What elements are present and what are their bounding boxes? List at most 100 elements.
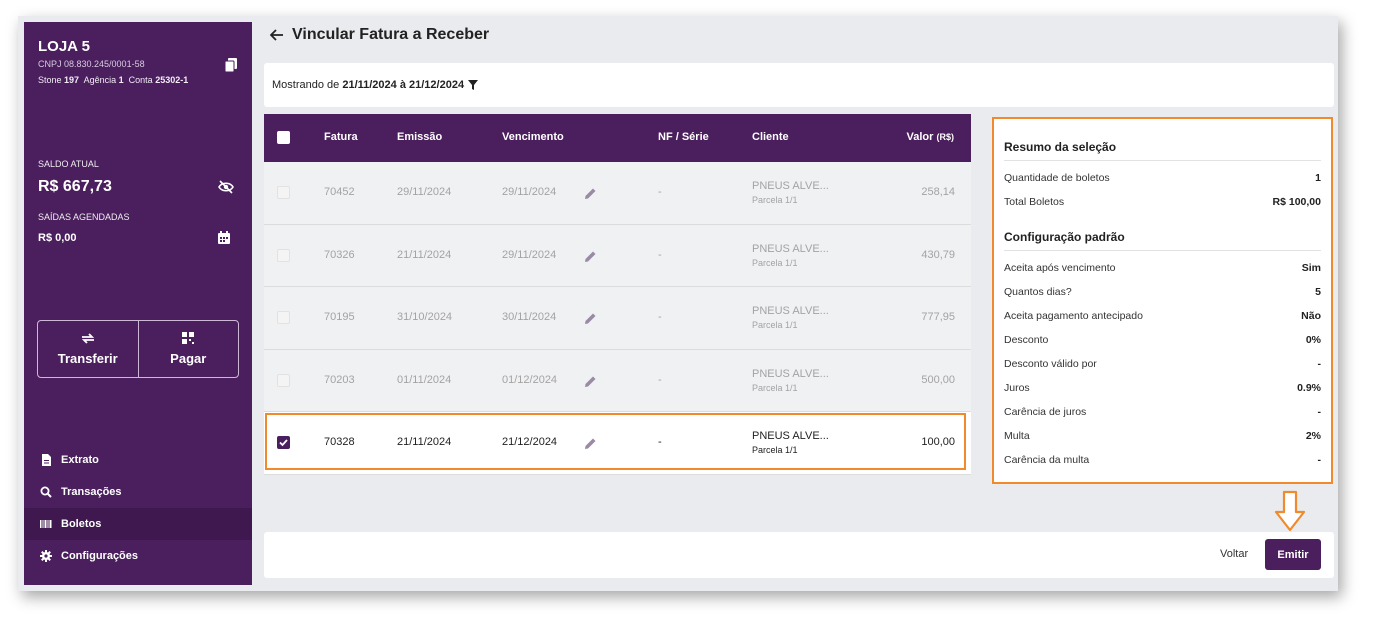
cell-parcela: Parcela 1/1 bbox=[752, 445, 798, 455]
saldo-label: SALDO ATUAL bbox=[38, 159, 99, 169]
cell-fatura: 70452 bbox=[324, 186, 355, 198]
invoices-table: Fatura Emissão Vencimento NF / Série Cli… bbox=[264, 114, 971, 475]
config-value: Sim bbox=[1301, 262, 1321, 274]
emitir-button[interactable]: Emitir bbox=[1265, 539, 1321, 570]
config-row: Quantos dias? 5 bbox=[1004, 280, 1321, 304]
pencil-icon[interactable] bbox=[585, 313, 596, 324]
config-value: 5 bbox=[1315, 286, 1321, 298]
cell-parcela: Parcela 1/1 bbox=[752, 257, 798, 268]
arrow-left-icon[interactable] bbox=[270, 29, 284, 41]
calendar-icon[interactable] bbox=[218, 231, 230, 244]
sidebar-item-extrato[interactable]: Extrato bbox=[24, 444, 252, 476]
date-filter-bar[interactable]: Mostrando de 21/11/2024 à 21/12/2024 bbox=[264, 63, 1334, 107]
config-row: Multa 2% bbox=[1004, 424, 1321, 448]
cell-cliente: PNEUS ALVE... Parcela 1/1 bbox=[752, 367, 829, 393]
cell-vencimento: 29/11/2024 bbox=[502, 186, 557, 198]
pencil-icon[interactable] bbox=[585, 251, 596, 262]
cell-emissao: 21/11/2024 bbox=[397, 248, 452, 261]
config-value: - bbox=[1317, 406, 1322, 418]
filter-icon[interactable] bbox=[468, 80, 479, 90]
search-icon bbox=[40, 486, 52, 498]
transferir-button[interactable]: Transferir bbox=[38, 321, 138, 377]
selection-summary: Resumo da seleção Quantidade de boletos 1… bbox=[992, 117, 1333, 484]
table-row[interactable]: 70203 01/11/2024 01/12/2024 - PNEUS ALVE… bbox=[264, 349, 971, 412]
page-title: Vincular Fatura a Receber bbox=[292, 26, 490, 43]
cell-parcela: Parcela 1/1 bbox=[752, 382, 798, 393]
pencil-icon[interactable] bbox=[585, 376, 596, 387]
pencil-icon[interactable] bbox=[585, 438, 596, 449]
voltar-button[interactable]: Voltar bbox=[1220, 548, 1248, 560]
sidebar-nav: Extrato Transações Boletos Configurações bbox=[24, 444, 252, 572]
cell-vencimento: 30/11/2024 bbox=[502, 311, 557, 323]
qr-code-icon bbox=[182, 332, 195, 344]
cell-valor: 430,79 bbox=[921, 248, 955, 261]
table-body: 70452 29/11/2024 29/11/2024 - PNEUS ALVE… bbox=[264, 162, 971, 475]
cell-nf: - bbox=[658, 248, 662, 261]
sidebar-item-boletos[interactable]: Boletos bbox=[24, 508, 252, 540]
config-value: - bbox=[1317, 454, 1322, 466]
saidas-label: SAÍDAS AGENDADAS bbox=[38, 212, 130, 222]
cell-nf: - bbox=[658, 311, 662, 323]
store-cnpj: CNPJ 08.830.245/0001-58 bbox=[38, 59, 145, 69]
summary-title: Resumo da seleção bbox=[1004, 140, 1321, 161]
config-row: Carência da multa - bbox=[1004, 448, 1321, 472]
summary-label: Quantidade de boletos bbox=[1004, 172, 1110, 184]
row-checkbox[interactable] bbox=[277, 248, 290, 262]
config-label: Desconto válido por bbox=[1004, 358, 1097, 370]
barcode-icon bbox=[40, 520, 52, 528]
footer-bar: Voltar Emitir bbox=[264, 532, 1334, 578]
config-label: Aceita pagamento antecipado bbox=[1004, 310, 1143, 322]
eye-off-icon[interactable] bbox=[218, 180, 234, 194]
cell-cliente: PNEUS ALVE... Parcela 1/1 bbox=[752, 305, 829, 330]
table-row[interactable]: 70328 21/11/2024 21/12/2024 - PNEUS ALVE… bbox=[264, 412, 971, 475]
cell-valor: 258,14 bbox=[921, 186, 955, 198]
config-row: Juros 0.9% bbox=[1004, 376, 1321, 400]
sidebar-item-configuracoes[interactable]: Configurações bbox=[24, 540, 252, 572]
row-checkbox[interactable] bbox=[277, 311, 290, 324]
store-name: LOJA 5 bbox=[38, 38, 90, 55]
config-row: Desconto válido por - bbox=[1004, 352, 1321, 376]
cell-nf: - bbox=[658, 186, 662, 198]
config-row: Desconto 0% bbox=[1004, 328, 1321, 352]
table-row[interactable]: 70195 31/10/2024 30/11/2024 - PNEUS ALVE… bbox=[264, 287, 971, 350]
pagar-button[interactable]: Pagar bbox=[137, 321, 239, 377]
config-label: Carência de juros bbox=[1004, 406, 1087, 418]
cell-emissao: 31/10/2024 bbox=[397, 311, 453, 323]
config-label: Carência da multa bbox=[1004, 454, 1090, 466]
config-row: Carência de juros - bbox=[1004, 400, 1321, 424]
config-label: Desconto bbox=[1004, 334, 1049, 346]
cell-nf: - bbox=[658, 436, 662, 448]
config-value: 0% bbox=[1305, 334, 1321, 346]
table-row[interactable]: 70326 21/11/2024 29/11/2024 - PNEUS ALVE… bbox=[264, 224, 971, 287]
row-checkbox[interactable] bbox=[277, 186, 290, 199]
cell-valor: 100,00 bbox=[921, 436, 955, 448]
saldo-value: R$ 667,73 bbox=[38, 178, 112, 195]
cell-vencimento: 29/11/2024 bbox=[502, 248, 557, 261]
cell-fatura: 70328 bbox=[324, 436, 355, 448]
saidas-value: R$ 0,00 bbox=[38, 232, 77, 244]
cell-fatura: 70203 bbox=[324, 373, 355, 386]
summary-value: R$ 100,00 bbox=[1272, 196, 1321, 208]
gear-icon bbox=[40, 550, 52, 562]
filter-range: 21/11/2024 à 21/12/2024 bbox=[342, 79, 465, 91]
cell-emissao: 29/11/2024 bbox=[397, 186, 452, 198]
copy-icon[interactable] bbox=[225, 58, 237, 72]
row-checkbox[interactable] bbox=[277, 373, 290, 387]
select-all-checkbox[interactable] bbox=[277, 131, 290, 144]
pencil-icon[interactable] bbox=[585, 188, 596, 199]
config-value: - bbox=[1317, 358, 1322, 370]
summary-value: 1 bbox=[1315, 172, 1321, 184]
sidebar-item-transacoes[interactable]: Transações bbox=[24, 476, 252, 508]
cell-nf: - bbox=[658, 373, 662, 386]
cell-parcela: Parcela 1/1 bbox=[752, 320, 798, 330]
table-row[interactable]: 70452 29/11/2024 29/11/2024 - PNEUS ALVE… bbox=[264, 162, 971, 225]
bank-details: Stone 197 Agência 1 Conta 25302-1 bbox=[38, 75, 189, 85]
cell-cliente: PNEUS ALVE... Parcela 1/1 bbox=[752, 180, 829, 205]
summary-row: Quantidade de boletos 1 bbox=[1004, 166, 1321, 190]
config-value: Não bbox=[1301, 310, 1321, 322]
table-header: Fatura Emissão Vencimento NF / Série Cli… bbox=[264, 114, 971, 162]
config-label: Aceita após vencimento bbox=[1004, 262, 1116, 274]
row-checkbox[interactable] bbox=[277, 436, 290, 449]
cell-vencimento: 21/12/2024 bbox=[502, 436, 558, 448]
summary-row: Total Boletos R$ 100,00 bbox=[1004, 190, 1321, 214]
